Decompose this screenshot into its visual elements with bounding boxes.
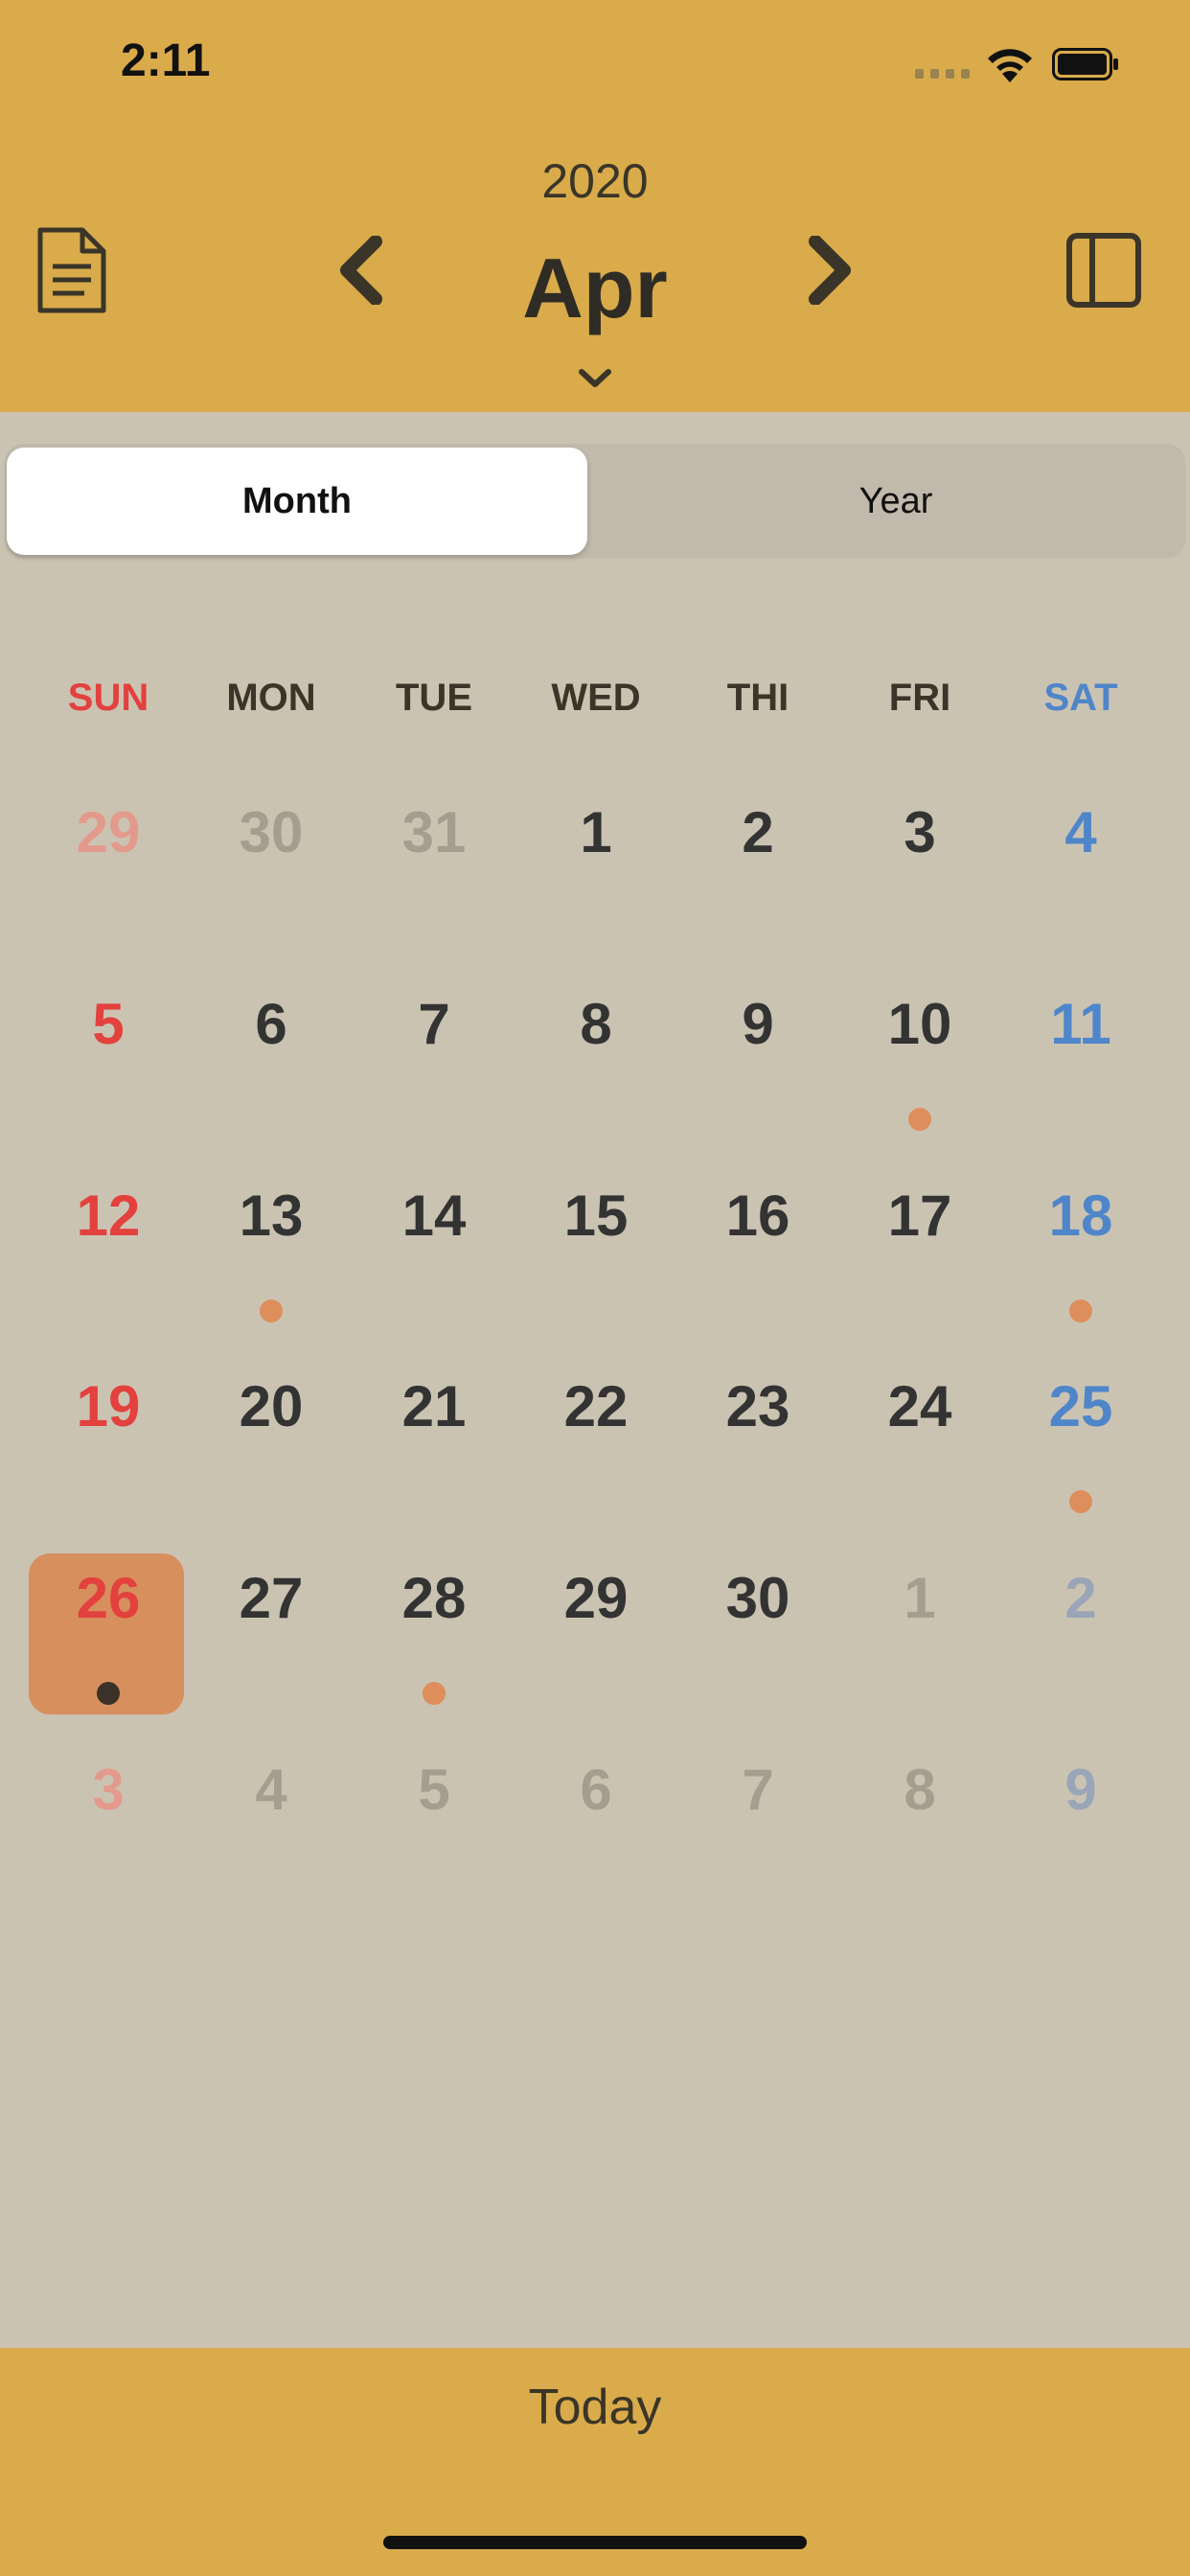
day-cell[interactable]: 28 <box>353 1565 515 1631</box>
day-cell[interactable]: 24 <box>838 1373 1001 1439</box>
day-cell[interactable]: 6 <box>190 991 353 1057</box>
day-cell[interactable]: 7 <box>353 991 515 1057</box>
day-cell[interactable]: 25 <box>999 1373 1162 1439</box>
day-cell[interactable]: 3 <box>27 1757 190 1823</box>
day-cell[interactable]: 22 <box>515 1373 677 1439</box>
event-dot <box>1069 1300 1092 1322</box>
chevron-right-icon[interactable] <box>804 236 858 305</box>
weekday-fri: FRI <box>888 677 951 719</box>
weekday-tue: TUE <box>396 677 472 719</box>
year-label[interactable]: 2020 <box>0 153 1190 209</box>
day-cell[interactable]: 10 <box>838 991 1001 1057</box>
day-cell[interactable]: 5 <box>27 991 190 1057</box>
day-cell[interactable]: 30 <box>190 799 353 865</box>
day-cell[interactable]: 1 <box>515 799 677 865</box>
day-cell[interactable]: 21 <box>353 1373 515 1439</box>
day-cell[interactable]: 30 <box>676 1565 839 1631</box>
weekday-sat: SAT <box>1043 677 1118 719</box>
segment-year[interactable]: Year <box>604 448 1188 555</box>
day-cell[interactable]: 16 <box>676 1183 839 1249</box>
cellular-signal-icon <box>915 69 971 79</box>
day-cell[interactable]: 8 <box>515 991 677 1057</box>
event-dot <box>908 1108 931 1131</box>
battery-icon <box>1052 48 1119 80</box>
event-dot <box>260 1300 283 1322</box>
day-cell[interactable]: 19 <box>27 1373 190 1439</box>
day-cell[interactable]: 5 <box>353 1757 515 1823</box>
sidebar-icon[interactable] <box>1065 232 1142 309</box>
event-dot <box>97 1682 120 1705</box>
weekday-thu: THI <box>726 677 790 719</box>
day-cell[interactable]: 13 <box>190 1183 353 1249</box>
day-cell[interactable]: 17 <box>838 1183 1001 1249</box>
today-button[interactable]: Today <box>0 2379 1190 2436</box>
day-cell[interactable]: 18 <box>999 1183 1162 1249</box>
weekday-sun: SUN <box>67 677 149 719</box>
chevron-down-icon[interactable] <box>576 366 614 391</box>
day-cell[interactable]: 11 <box>999 991 1162 1057</box>
day-cell[interactable]: 4 <box>190 1757 353 1823</box>
wifi-icon <box>983 44 1037 84</box>
day-cell[interactable]: 31 <box>353 799 515 865</box>
segment-month[interactable]: Month <box>7 448 587 555</box>
day-cell[interactable]: 20 <box>190 1373 353 1439</box>
day-cell[interactable]: 23 <box>676 1373 839 1439</box>
weekday-wed: WED <box>551 677 641 719</box>
day-cell-today[interactable]: 26 <box>27 1565 190 1631</box>
day-cell[interactable]: 1 <box>838 1565 1001 1631</box>
day-cell[interactable]: 14 <box>353 1183 515 1249</box>
home-indicator <box>383 2536 807 2549</box>
day-cell[interactable]: 6 <box>515 1757 677 1823</box>
day-cell[interactable]: 9 <box>676 991 839 1057</box>
day-cell[interactable]: 27 <box>190 1565 353 1631</box>
status-time: 2:11 <box>121 35 211 86</box>
day-cell[interactable]: 3 <box>838 799 1001 865</box>
view-segmented-control: Month Year <box>5 444 1185 559</box>
day-cell[interactable]: 29 <box>515 1565 677 1631</box>
day-cell[interactable]: 8 <box>838 1757 1001 1823</box>
day-cell[interactable]: 2 <box>999 1565 1162 1631</box>
event-dot <box>423 1682 446 1705</box>
day-cell[interactable]: 7 <box>676 1757 839 1823</box>
month-label[interactable]: Apr <box>0 240 1190 337</box>
day-cell[interactable]: 9 <box>999 1757 1162 1823</box>
day-cell[interactable]: 29 <box>27 799 190 865</box>
day-cell[interactable]: 4 <box>999 799 1162 865</box>
day-cell[interactable]: 15 <box>515 1183 677 1249</box>
day-cell[interactable]: 12 <box>27 1183 190 1249</box>
day-cell[interactable]: 2 <box>676 799 839 865</box>
event-dot <box>1069 1490 1092 1513</box>
weekday-mon: MON <box>226 677 316 719</box>
